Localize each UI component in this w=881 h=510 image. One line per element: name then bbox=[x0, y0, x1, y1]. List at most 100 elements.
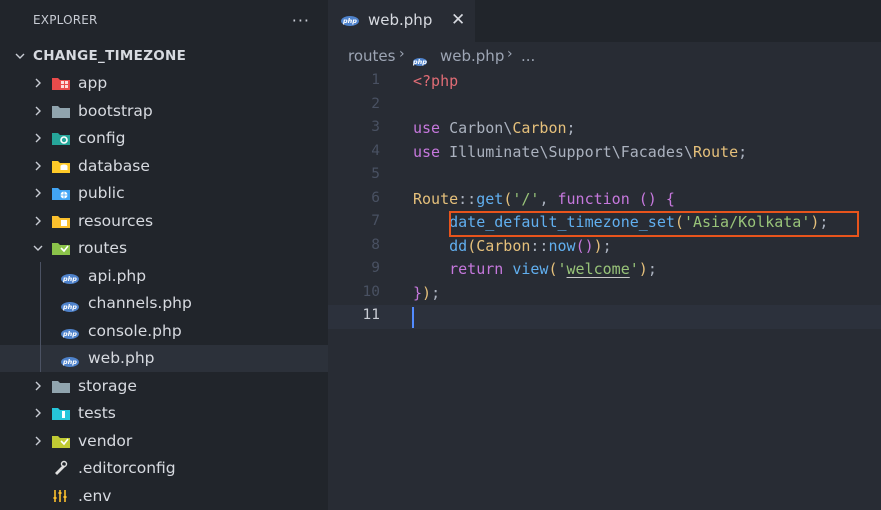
tree-item-label: resources bbox=[78, 211, 154, 230]
chevron-right-icon bbox=[31, 186, 45, 200]
chevron-right-icon: › bbox=[507, 46, 513, 62]
tree-item-storage[interactable]: storage bbox=[0, 372, 328, 400]
code-line-6[interactable]: 6 Route::get('/', function () { bbox=[328, 188, 881, 212]
tree-item-label: tests bbox=[78, 404, 116, 423]
code-line-8[interactable]: 8 dd(Carbon::now()); bbox=[328, 235, 881, 259]
explorer-title: EXPLORER bbox=[33, 13, 98, 27]
text-cursor bbox=[412, 307, 414, 328]
folder-icon bbox=[52, 378, 70, 394]
code-line-4[interactable]: 4 use Illuminate\Support\Facades\Route; bbox=[328, 141, 881, 165]
tree-item-console-php[interactable]: php console.php bbox=[0, 317, 328, 345]
tab-web-php[interactable]: php web.php ✕ bbox=[328, 0, 475, 42]
tree-item-resources[interactable]: resources bbox=[0, 207, 328, 235]
code-line-9[interactable]: 9 return view('welcome'); bbox=[328, 258, 881, 282]
more-actions-button[interactable]: ··· bbox=[292, 11, 310, 30]
tree-item-label: storage bbox=[78, 376, 137, 395]
tree-item-label: api.php bbox=[88, 266, 147, 285]
breadcrumb-symbols[interactable]: ... bbox=[521, 47, 535, 65]
tests-folder-icon bbox=[52, 405, 70, 421]
tree-item-label: console.php bbox=[88, 321, 182, 340]
breadcrumb: routes › php web.php › ... bbox=[328, 42, 881, 70]
workspace-root[interactable]: CHANGE_TIMEZONE bbox=[0, 42, 328, 70]
chevron-right-icon bbox=[31, 131, 45, 145]
php-file-icon: php bbox=[61, 354, 79, 370]
tree-item-label: public bbox=[78, 184, 125, 203]
tab-label: web.php bbox=[368, 11, 433, 29]
tree-item-label: web.php bbox=[88, 349, 155, 368]
tree-item-bootstrap[interactable]: bootstrap bbox=[0, 97, 328, 125]
line-number: 4 bbox=[371, 142, 380, 159]
chevron-right-icon bbox=[31, 214, 45, 228]
line-number: 7 bbox=[371, 213, 380, 229]
code-line-2[interactable]: 2 bbox=[328, 94, 881, 118]
tree-item-channels-php[interactable]: php channels.php bbox=[0, 290, 328, 318]
code-editor[interactable]: 1 <?php 2 3 use Carbon\Carbon; 4 use Ill… bbox=[328, 70, 881, 510]
tab-bar: php web.php ✕ bbox=[328, 0, 881, 42]
app-folder-icon bbox=[52, 75, 70, 91]
code-line-11[interactable]: 11 bbox=[328, 305, 881, 329]
workspace-root-label: CHANGE_TIMEZONE bbox=[33, 47, 187, 64]
tree-item-public[interactable]: public bbox=[0, 180, 328, 208]
tree-item-label: .env bbox=[78, 486, 112, 505]
public-folder-icon bbox=[52, 185, 70, 201]
code-line-5[interactable]: 5 bbox=[328, 164, 881, 188]
line-number: 9 bbox=[371, 260, 380, 276]
chevron-right-icon bbox=[31, 104, 45, 118]
tree-item-label: app bbox=[78, 74, 108, 93]
tree-item-label: channels.php bbox=[88, 294, 192, 313]
line-number: 1 bbox=[371, 72, 380, 88]
tree-item-web-php[interactable]: php web.php bbox=[0, 344, 328, 372]
chevron-right-icon: › bbox=[399, 46, 405, 62]
chevron-right-icon bbox=[31, 406, 45, 420]
line-number: 6 bbox=[371, 189, 380, 206]
line-number: 11 bbox=[362, 307, 380, 323]
code-line-1[interactable]: 1 <?php bbox=[328, 70, 881, 94]
chevron-right-icon bbox=[31, 159, 45, 173]
php-file-icon: php bbox=[61, 271, 79, 287]
env-file-icon bbox=[52, 488, 70, 504]
chevron-right-icon bbox=[31, 76, 45, 90]
tree-item-label: .editorconfig bbox=[78, 459, 176, 478]
tree-item-label: bootstrap bbox=[78, 101, 153, 120]
resources-folder-icon bbox=[52, 213, 70, 229]
tree-item-label: config bbox=[78, 129, 126, 148]
tree-item-label: database bbox=[78, 156, 150, 175]
tree-item-label: routes bbox=[78, 239, 128, 258]
tree-item-tests[interactable]: tests bbox=[0, 400, 328, 428]
config-folder-icon bbox=[52, 130, 70, 146]
php-file-icon: php bbox=[413, 58, 427, 66]
tree-item-database[interactable]: database bbox=[0, 152, 328, 180]
file-tree: CHANGE_TIMEZONE app bootstrap config dat… bbox=[0, 42, 328, 510]
tree-item-app[interactable]: app bbox=[0, 70, 328, 98]
breadcrumb-routes[interactable]: routes bbox=[348, 47, 395, 65]
folder-icon bbox=[52, 103, 70, 119]
line-number: 2 bbox=[371, 95, 380, 112]
line-number: 3 bbox=[371, 119, 380, 135]
database-folder-icon bbox=[52, 158, 70, 174]
explorer-header: EXPLORER ··· bbox=[0, 0, 328, 40]
code-line-7[interactable]: 7 date_default_timezone_set('Asia/Kolkat… bbox=[328, 211, 881, 235]
breadcrumb-file[interactable]: web.php bbox=[440, 47, 504, 65]
indent-guide bbox=[40, 262, 41, 372]
line-number: 5 bbox=[371, 166, 380, 182]
php-file-icon: php bbox=[61, 299, 79, 315]
code-line-3[interactable]: 3 use Carbon\Carbon; bbox=[328, 117, 881, 141]
tree-item-routes[interactable]: routes bbox=[0, 235, 328, 263]
line-number: 8 bbox=[371, 236, 380, 253]
code-line-10[interactable]: 10 }); bbox=[328, 282, 881, 306]
php-file-icon: php bbox=[61, 326, 79, 342]
routes-folder-open-icon bbox=[52, 240, 70, 256]
close-icon[interactable]: ✕ bbox=[451, 10, 465, 30]
editorconfig-file-icon bbox=[52, 460, 70, 476]
tree-item-config[interactable]: config bbox=[0, 125, 328, 153]
chevron-down-icon bbox=[31, 241, 45, 255]
tree-item-label: vendor bbox=[78, 431, 133, 450]
tree-item-vendor[interactable]: vendor bbox=[0, 427, 328, 455]
tree-item-env[interactable]: .env bbox=[0, 482, 328, 510]
explorer-sidebar: EXPLORER ··· CHANGE_TIMEZONE app bootstr… bbox=[0, 0, 328, 510]
chevron-right-icon bbox=[31, 434, 45, 448]
chevron-right-icon bbox=[31, 379, 45, 393]
line-number: 10 bbox=[362, 283, 380, 300]
tree-item-api-php[interactable]: php api.php bbox=[0, 262, 328, 290]
tree-item-editorconfig[interactable]: .editorconfig bbox=[0, 455, 328, 483]
